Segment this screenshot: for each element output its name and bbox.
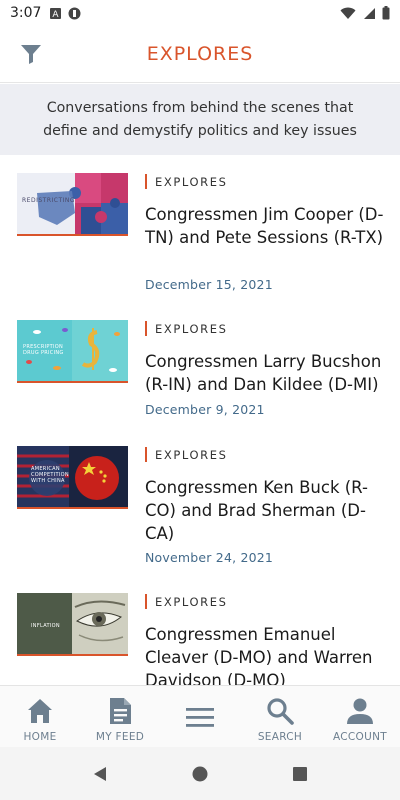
intro-text: Conversations from behind the scenes tha… — [43, 99, 357, 139]
feed-card[interactable]: REDISTRICTING EXPLORES Congressmen Jim C… — [0, 155, 400, 302]
thumbnail-caption: INFLATION — [31, 623, 60, 629]
search-icon — [267, 698, 294, 725]
card-date: December 15, 2021 — [145, 277, 273, 292]
category-tag[interactable]: EXPLORES — [155, 322, 227, 336]
thumbnail-drug-pricing[interactable]: PRESCRIPTION DRUG PRICING — [17, 320, 128, 383]
system-nav-bar — [0, 747, 400, 800]
menu-icon — [186, 708, 214, 727]
card-date: December 9, 2021 — [145, 402, 265, 417]
filter-icon[interactable] — [19, 42, 43, 66]
feed-icon — [110, 698, 131, 724]
card-title[interactable]: Congressmen Jim Cooper (D-TN) and Pete S… — [145, 203, 385, 249]
sim-icon: A — [50, 7, 62, 20]
card-title[interactable]: Congressmen Emanuel Cleaver (D-MO) and W… — [145, 623, 385, 685]
nav-label: MY FEED — [95, 731, 145, 743]
nav-label: HOME — [23, 731, 57, 743]
card-title[interactable]: Congressmen Larry Bucshon (R-IN) and Dan… — [145, 350, 385, 396]
signal-icon — [364, 7, 375, 19]
home-circle-icon[interactable] — [191, 765, 209, 783]
feed-list[interactable]: REDISTRICTING EXPLORES Congressmen Jim C… — [0, 155, 400, 685]
thumbnail-inflation[interactable]: INFLATION — [17, 593, 128, 656]
feed-card[interactable]: AMERICAN COMPETITION WITH CHINA EXPLORES… — [0, 428, 400, 575]
thumbnail-caption: AMERICAN COMPETITION WITH CHINA — [31, 466, 69, 484]
nav-menu[interactable] — [160, 686, 240, 747]
card-title[interactable]: Congressmen Ken Buck (R-CO) and Brad She… — [145, 476, 385, 545]
tag-row: EXPLORES — [145, 321, 227, 336]
recents-icon[interactable] — [291, 765, 309, 783]
tag-row: EXPLORES — [145, 594, 227, 609]
tag-accent-bar — [145, 321, 147, 336]
category-tag[interactable]: EXPLORES — [155, 595, 227, 609]
nav-account[interactable]: ACCOUNT — [320, 686, 400, 747]
nav-label: SEARCH — [257, 731, 303, 743]
svg-text:A: A — [53, 10, 60, 20]
feed-card[interactable]: PRESCRIPTION DRUG PRICING EXPLORES Congr… — [0, 302, 400, 428]
back-icon[interactable] — [91, 765, 109, 783]
card-date: November 24, 2021 — [145, 550, 274, 565]
account-icon — [347, 698, 373, 724]
app-header: EXPLORES — [0, 26, 400, 83]
nav-label: ACCOUNT — [333, 731, 387, 743]
page-title: EXPLORES — [146, 43, 254, 65]
nav-search[interactable]: SEARCH — [240, 686, 320, 747]
category-tag[interactable]: EXPLORES — [155, 448, 227, 462]
notification-app-icon — [68, 7, 81, 19]
tag-accent-bar — [145, 447, 147, 462]
category-tag[interactable]: EXPLORES — [155, 175, 227, 189]
nav-home[interactable]: HOME — [0, 686, 80, 747]
tag-row: EXPLORES — [145, 174, 227, 189]
thumbnail-redistricting[interactable]: REDISTRICTING — [17, 173, 128, 236]
feed-card[interactable]: INFLATION EXPLORES Congressmen Emanuel C… — [0, 575, 400, 685]
intro-banner: Conversations from behind the scenes tha… — [0, 84, 400, 155]
status-bar: 3:07 A — [0, 0, 400, 26]
tag-row: EXPLORES — [145, 447, 227, 462]
wifi-icon — [340, 7, 356, 19]
thumbnail-caption: REDISTRICTING — [22, 197, 76, 204]
thumbnail-competition-china[interactable]: AMERICAN COMPETITION WITH CHINA — [17, 446, 128, 509]
bottom-nav: HOME MY FEED SEARCH ACCOUNT — [0, 685, 400, 747]
nav-my-feed[interactable]: MY FEED — [80, 686, 160, 747]
tag-accent-bar — [145, 594, 147, 609]
tag-accent-bar — [145, 174, 147, 189]
status-icons — [340, 6, 390, 20]
thumbnail-caption: PRESCRIPTION DRUG PRICING — [23, 344, 64, 356]
status-time: 3:07 — [10, 5, 42, 21]
battery-icon — [382, 6, 390, 20]
home-icon — [28, 699, 52, 723]
